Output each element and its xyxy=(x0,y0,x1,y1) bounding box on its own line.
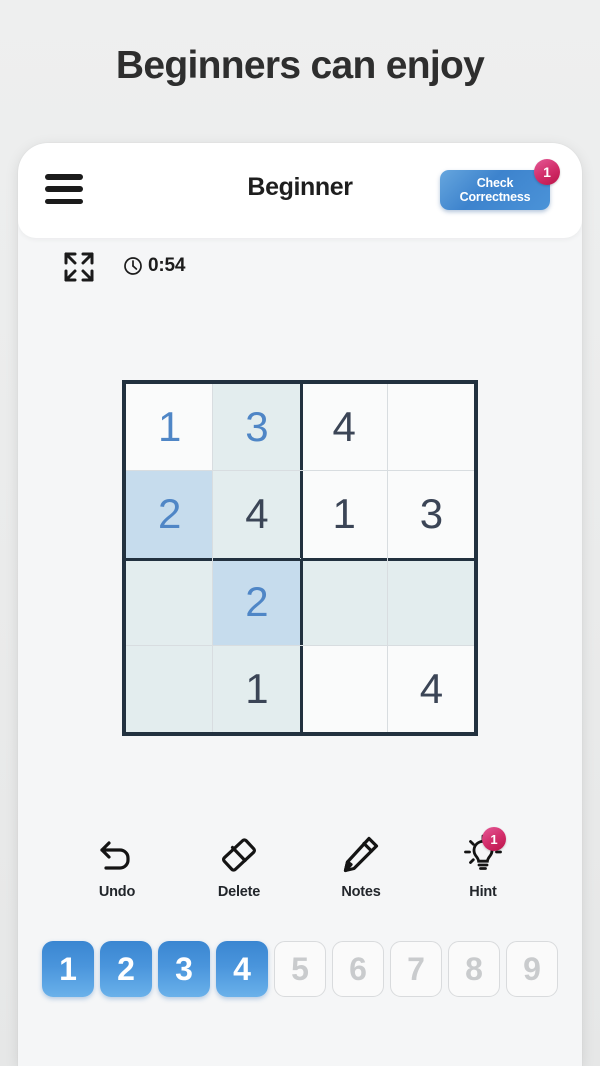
hint-badge: 1 xyxy=(482,827,506,851)
toolbar-secondary: 0:54 xyxy=(18,238,582,296)
number-key-7[interactable]: 7 xyxy=(390,941,442,997)
tool-label: Notes xyxy=(341,884,381,900)
sudoku-grid: 1342413214 xyxy=(122,380,478,736)
sudoku-cell-r3c2[interactable]: 2 xyxy=(213,558,300,645)
tool-delete-button[interactable]: Delete xyxy=(197,833,281,900)
undo-arrow-icon xyxy=(96,833,138,875)
tool-hint-button[interactable]: 1 Hint xyxy=(441,827,525,900)
number-key-3[interactable]: 3 xyxy=(158,941,210,997)
sudoku-cell-r4c2[interactable]: 1 xyxy=(213,645,300,732)
sudoku-cell-r1c1[interactable]: 1 xyxy=(126,384,213,471)
check-line-2: Correctness xyxy=(459,190,531,204)
sudoku-cell-r3c3[interactable] xyxy=(300,558,387,645)
sudoku-cell-r1c3[interactable]: 4 xyxy=(300,384,387,471)
sudoku-cell-r4c4[interactable]: 4 xyxy=(387,645,474,732)
check-correctness-label: Check Correctness xyxy=(460,176,531,204)
clock-icon xyxy=(124,257,142,275)
fullscreen-expand-icon[interactable] xyxy=(63,251,95,283)
number-key-2[interactable]: 2 xyxy=(100,941,152,997)
sudoku-cell-r3c1[interactable] xyxy=(126,558,213,645)
tool-undo-button[interactable]: Undo xyxy=(75,833,159,900)
sudoku-cell-r2c3[interactable]: 1 xyxy=(300,471,387,558)
lightbulb-icon: 1 xyxy=(462,827,506,875)
page-headline: Beginners can enjoy xyxy=(115,44,485,87)
phone-card: Beginner Check Correctness 1 0:54 1 3 4 … xyxy=(18,143,582,1066)
tool-notes-button[interactable]: Notes xyxy=(319,833,403,900)
pencil-icon xyxy=(340,833,382,875)
number-key-9[interactable]: 9 xyxy=(506,941,558,997)
tool-row: Undo Delete Notes 1 Hint xyxy=(18,827,582,900)
sudoku-board: 1342413214 xyxy=(122,380,478,736)
number-key-4[interactable]: 4 xyxy=(216,941,268,997)
check-line-1: Check xyxy=(476,176,514,190)
tool-label: Hint xyxy=(469,884,497,900)
sudoku-cell-r4c1[interactable] xyxy=(126,645,213,732)
sudoku-cell-r2c2[interactable]: 4 xyxy=(213,471,300,558)
sudoku-cell-r1c4[interactable] xyxy=(387,384,474,471)
timer-value: 0:54 xyxy=(148,255,186,276)
sudoku-cell-r2c1[interactable]: 2 xyxy=(126,471,213,558)
screenshot-root: Beginners can enjoy Beginner Check Corre… xyxy=(0,0,600,1066)
sudoku-cell-r2c4[interactable]: 3 xyxy=(387,471,474,558)
eraser-icon xyxy=(218,833,260,875)
check-correctness-button[interactable]: Check Correctness 1 xyxy=(440,159,560,210)
number-key-8[interactable]: 8 xyxy=(448,941,500,997)
number-key-1[interactable]: 1 xyxy=(42,941,94,997)
number-key-5[interactable]: 5 xyxy=(274,941,326,997)
tool-label: Undo xyxy=(98,884,136,900)
number-key-6[interactable]: 6 xyxy=(332,941,384,997)
number-pad: 123456789 xyxy=(18,941,582,997)
sudoku-cell-r1c2[interactable]: 3 xyxy=(213,384,300,471)
sudoku-cell-r3c4[interactable] xyxy=(387,558,474,645)
timer: 0:54 xyxy=(123,255,185,277)
sudoku-cell-r4c3[interactable] xyxy=(300,645,387,732)
app-header: Beginner Check Correctness 1 xyxy=(18,143,582,238)
check-correctness-badge: 1 xyxy=(534,159,560,185)
tool-label: Delete xyxy=(217,884,261,900)
